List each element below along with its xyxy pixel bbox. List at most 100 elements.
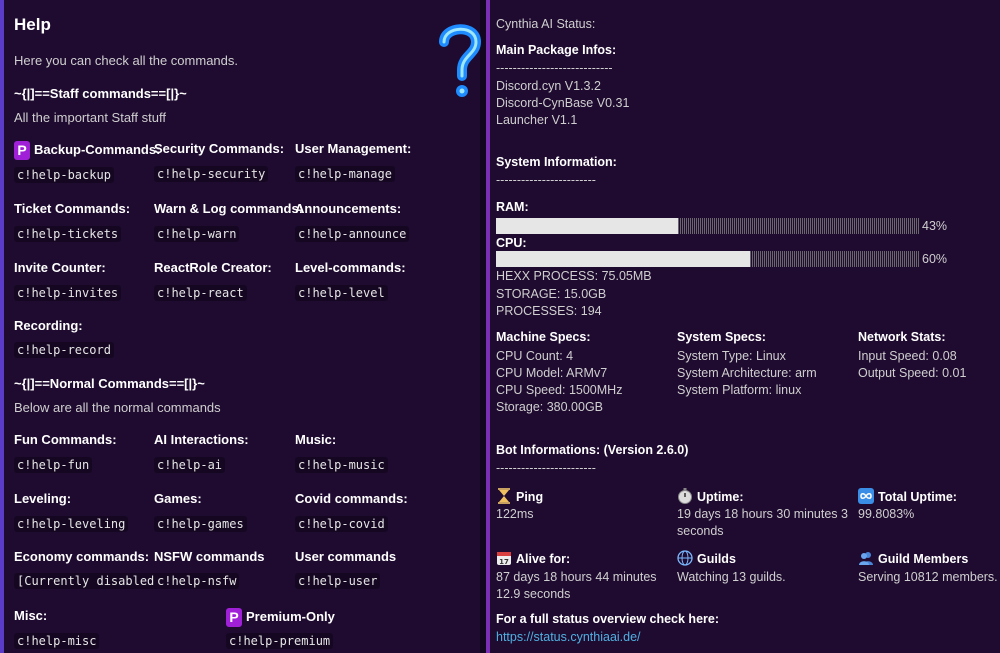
help-title: Help [14, 15, 51, 34]
normal-section-header: ~{|]==Normal Commands==[|}~ [14, 376, 205, 391]
staff-label-warn: Warn & Log commands: [154, 201, 304, 216]
staff-label-level: Level-commands: [295, 260, 406, 275]
package-header: Main Package Infos: [496, 43, 617, 57]
network-stats-header: Network Stats: [858, 330, 946, 344]
system-spec: System Platform: linux [677, 383, 802, 397]
cpu-bar-fill [496, 251, 750, 267]
network-stat: Output Speed: 0.01 [858, 366, 967, 380]
status-page-link[interactable]: https://status.cynthiaai.de/ [496, 630, 641, 644]
people-icon [859, 552, 873, 565]
network-stat: Input Speed: 0.08 [858, 349, 957, 363]
command-games: c!help-games [154, 516, 247, 532]
stopwatch-icon [678, 488, 692, 504]
normal-label-economy: Economy commands: [14, 549, 150, 564]
overview-label: For a full status overview check here: [496, 612, 719, 626]
bot-info-header: Bot Informations: (Version 2.6.0) [496, 443, 689, 457]
command-leveling: c!help-leveling [14, 516, 129, 532]
normal-label-leveling: Leveling: [14, 491, 72, 506]
hourglass-icon [498, 488, 510, 504]
command-announce: c!help-announce [295, 226, 410, 242]
ram-bar [496, 218, 920, 234]
package-separator: ---------------------------- [496, 61, 613, 75]
ping-value: 122ms [496, 507, 534, 521]
normal-label-misc: Misc: [14, 608, 48, 623]
normal-label-fun: Fun Commands: [14, 432, 117, 447]
staff-section-header: ~{|]==Staff commands==[|}~ [14, 86, 187, 101]
command-security: c!help-security [154, 166, 269, 182]
staff-label-backup: P Backup-Commands: [14, 141, 160, 160]
ping-label: Ping [496, 488, 543, 504]
total-uptime-label: Total Uptime: [858, 488, 957, 504]
command-ai: c!help-ai [154, 457, 226, 473]
cpu-label: CPU: [496, 236, 527, 250]
ram-label: RAM: [496, 200, 529, 214]
help-intro: Here you can check all the commands. [14, 53, 238, 68]
command-tickets: c!help-tickets [14, 226, 122, 242]
alive-value: 87 days 18 hours 44 minutes [496, 570, 657, 584]
command-music: c!help-music [295, 457, 388, 473]
system-separator: ------------------------ [496, 173, 596, 187]
staff-label-manage: User Management: [295, 141, 412, 156]
package-item: Discord.cyn V1.3.2 [496, 79, 601, 93]
guild-members-label: Guild Members [858, 550, 968, 566]
machine-spec: Storage: 380.00GB [496, 400, 604, 414]
package-item: Launcher V1.1 [496, 113, 578, 127]
staff-label-invites: Invite Counter: [14, 260, 106, 275]
uptime-label: Uptime: [677, 488, 744, 504]
cpu-percent: 60% [922, 252, 948, 266]
storage-info: STORAGE: 15.0GB [496, 287, 607, 301]
staff-label-security: Security Commands: [154, 141, 285, 156]
command-manage: c!help-manage [295, 166, 395, 182]
hexx-process: HEXX PROCESS: 75.05MB [496, 269, 652, 283]
staff-label-react: ReactRole Creator: [154, 260, 272, 275]
guild-members-value: Serving 10812 members. [858, 570, 998, 584]
normal-label-nsfw: NSFW commands [154, 549, 265, 564]
package-item: Discord-CynBase V0.31 [496, 96, 630, 110]
normal-label-games: Games: [154, 491, 202, 506]
command-record: c!help-record [14, 342, 114, 358]
globe-icon [677, 550, 693, 566]
normal-label-premium: P Premium-Only [226, 608, 335, 627]
status-title: Cynthia AI Status: [496, 17, 596, 31]
command-level: c!help-level [295, 285, 388, 301]
guilds-label: Guilds [677, 550, 736, 566]
system-spec: System Type: Linux [677, 349, 786, 363]
status-panel: Cynthia AI Status: Main Package Infos: -… [486, 0, 1000, 653]
command-nsfw: c!help-nsfw [154, 573, 240, 589]
normal-label-user: User commands [295, 549, 397, 564]
command-economy: [Currently disabled] [14, 573, 165, 589]
overview-link-wrap: https://status.cynthiaai.de/ [496, 630, 641, 644]
command-misc: c!help-misc [14, 633, 100, 649]
command-invites: c!help-invites [14, 285, 122, 301]
machine-spec: CPU Speed: 1500MHz [496, 383, 623, 397]
normal-label-ai: AI Interactions: [154, 432, 249, 447]
staff-section-desc: All the important Staff stuff [14, 110, 166, 125]
command-premium: c!help-premium [226, 633, 334, 649]
normal-label-covid: Covid commands: [295, 491, 408, 506]
ram-bar-fill [496, 218, 678, 234]
ram-bar-empty [678, 218, 920, 234]
command-backup: c!help-backup [14, 167, 114, 183]
premium-badge-icon: P [14, 141, 30, 160]
premium-badge-icon: P [226, 608, 242, 627]
bot-info-separator: ------------------------ [496, 461, 596, 475]
total-uptime-value: 99.8083% [858, 507, 915, 521]
staff-label-tickets: Ticket Commands: [14, 201, 131, 216]
command-covid: c!help-covid [295, 516, 388, 532]
system-header: System Information: [496, 155, 617, 169]
staff-label-record: Recording: [14, 318, 83, 333]
guilds-value: Watching 13 guilds. [677, 570, 786, 584]
uptime-value: seconds [677, 524, 724, 538]
command-user: c!help-user [295, 573, 381, 589]
normal-label-music: Music: [295, 432, 337, 447]
infinity-icon [858, 488, 874, 504]
machine-specs-header: Machine Specs: [496, 330, 591, 344]
help-panel: Help Here you can check all the commands… [0, 0, 482, 653]
ram-percent: 43% [922, 219, 948, 233]
normal-section-desc: Below are all the normal commands [14, 400, 221, 415]
process-count: PROCESSES: 194 [496, 304, 602, 318]
machine-spec: CPU Model: ARMv7 [496, 366, 608, 380]
question-mark-icon [439, 24, 482, 97]
staff-label-announce: Announcements: [295, 201, 402, 216]
command-warn: c!help-warn [154, 226, 240, 242]
